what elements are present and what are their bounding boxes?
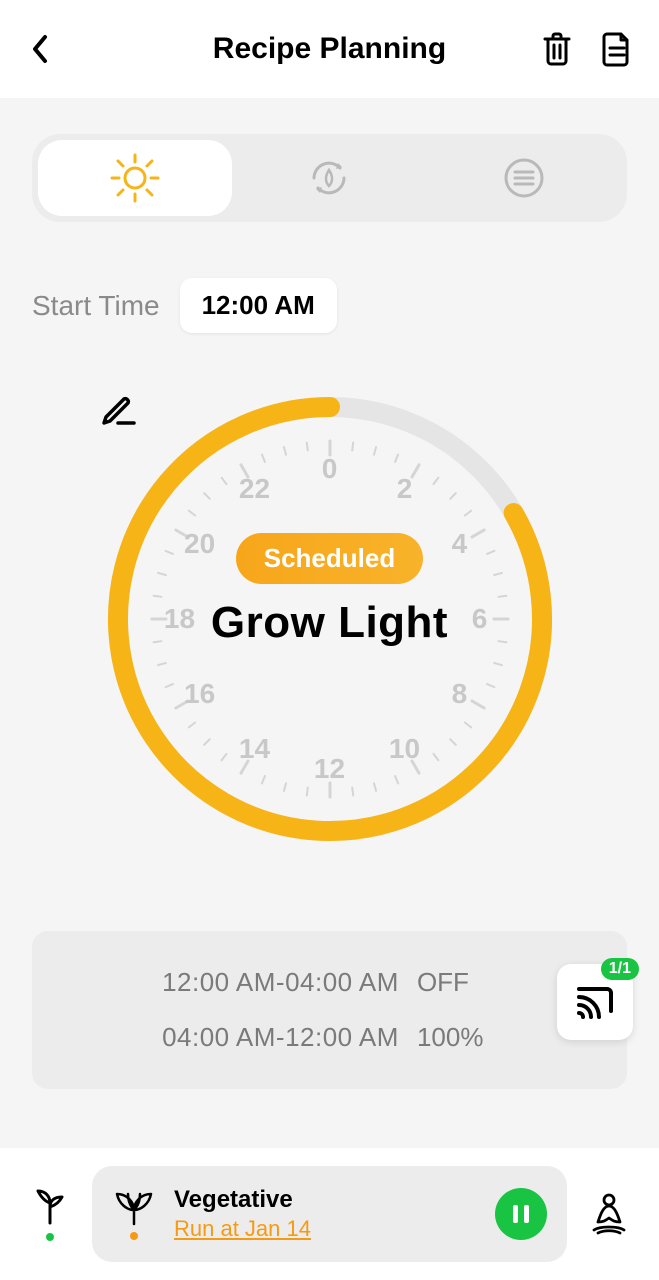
back-button[interactable] [24, 33, 56, 65]
stage-card[interactable]: Vegetative Run at Jan 14 [92, 1166, 567, 1262]
list-circle-icon [501, 155, 547, 201]
tab-list[interactable] [427, 140, 621, 216]
chevron-left-icon [31, 34, 49, 64]
delete-button[interactable] [539, 31, 575, 67]
dial-title: Grow Light [211, 598, 448, 648]
start-time-row: Start Time 12:00 AM [32, 278, 627, 333]
status-dot [46, 1233, 54, 1241]
tab-cycle[interactable] [232, 140, 426, 216]
seedling-button[interactable] [26, 1187, 74, 1241]
pause-button[interactable] [495, 1188, 547, 1240]
trash-icon [541, 31, 573, 67]
leaf-icon [113, 1188, 155, 1228]
start-time-chip[interactable]: 12:00 AM [180, 278, 337, 333]
meditation-icon [588, 1192, 630, 1236]
sprout-icon [32, 1187, 68, 1227]
stage-subtitle[interactable]: Run at Jan 14 [174, 1216, 477, 1242]
schedule-list: 12:00 AM-04:00 AM OFF 04:00 AM-12:00 AM 100… [32, 931, 627, 1089]
schedule-dial[interactable]: 0246810121416182022 Scheduled Grow Light [98, 387, 562, 851]
edit-button[interactable] [308, 662, 352, 706]
sun-icon [108, 151, 162, 205]
notes-button[interactable] [599, 31, 635, 67]
schedule-range: 12:00 AM-04:00 AM [162, 967, 399, 998]
schedule-value: OFF [417, 967, 497, 998]
app-header: Recipe Planning [0, 0, 659, 98]
cast-button[interactable]: 1/1 [557, 964, 633, 1040]
schedule-value: 100% [417, 1022, 497, 1053]
page-title: Recipe Planning [213, 32, 446, 66]
tab-light[interactable] [38, 140, 232, 216]
cast-icon [574, 983, 616, 1021]
pause-icon [511, 1203, 531, 1225]
schedule-row[interactable]: 12:00 AM-04:00 AM OFF [60, 955, 599, 1010]
zen-button[interactable] [585, 1192, 633, 1236]
pencil-icon [98, 387, 138, 427]
bottom-bar: Vegetative Run at Jan 14 [0, 1148, 659, 1280]
schedule-range: 04:00 AM-12:00 AM [162, 1022, 399, 1053]
start-time-label: Start Time [32, 290, 160, 322]
content-area: Start Time 12:00 AM 02468101214161820 [0, 98, 659, 1148]
document-icon [601, 30, 633, 68]
status-dot [130, 1232, 138, 1240]
cast-badge: 1/1 [601, 958, 639, 980]
status-pill: Scheduled [236, 533, 423, 584]
schedule-row[interactable]: 04:00 AM-12:00 AM 100% [60, 1010, 599, 1065]
recycle-leaf-icon [304, 153, 354, 203]
category-tabs [32, 134, 627, 222]
stage-name: Vegetative [174, 1186, 477, 1214]
